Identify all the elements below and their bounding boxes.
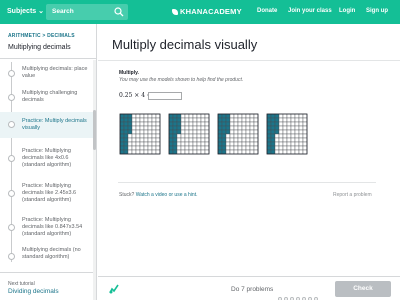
sidebar-item-label: Practice: Multiplying decimals like 0.84… [22, 217, 83, 237]
divider [0, 272, 96, 273]
decimal-models [119, 113, 308, 155]
sidebar-scroll-thumb[interactable] [93, 110, 96, 150]
hint-link[interactable]: Watch a video or use a hint. [136, 192, 198, 198]
sidebar-item-place-value[interactable]: Multiplying decimals: place value [0, 62, 96, 84]
sidebar-item-label: Practice: Multiplying decimals like 4x0.… [22, 148, 72, 168]
grid-model [168, 113, 210, 155]
sidebar-item-label: Multiplying decimals: place value [22, 66, 88, 79]
sidebar: ARITHMETIC > DECIMALS Multiplying decima… [0, 24, 97, 300]
grid-model [119, 113, 161, 155]
divider [118, 182, 376, 183]
video-icon [8, 253, 15, 260]
search-placeholder: Search [52, 8, 74, 15]
progress-dots [278, 288, 320, 300]
sidebar-item-label: Practice: Multiplying decimals like 2.45… [22, 183, 77, 203]
math-expression: 0.25 × 4 = [119, 92, 152, 99]
join-class-link[interactable]: Join your class [288, 8, 332, 14]
search-input[interactable]: Search [46, 4, 128, 20]
scratchpad-icon[interactable] [108, 283, 120, 295]
divider [0, 58, 96, 59]
sidebar-item-challenging[interactable]: Multiplying challenging decimals [0, 86, 96, 108]
breadcrumb[interactable]: ARITHMETIC > DECIMALS [8, 33, 75, 39]
practice-icon [8, 190, 15, 197]
video-icon [8, 70, 15, 77]
sidebar-item-practice-245x36[interactable]: Practice: Multiplying decimals like 2.45… [0, 178, 96, 210]
next-tutorial-label: Next tutorial [8, 281, 35, 287]
video-icon [8, 94, 15, 101]
sidebar-scrollbar[interactable] [93, 60, 96, 300]
sidebar-item-practice-visually[interactable]: Practice: Multiply decimals visually [0, 112, 96, 138]
stuck-prompt: Stuck? Watch a video or use a hint. [119, 192, 197, 198]
problem-count: Do 7 problems [231, 286, 274, 293]
divider [98, 60, 400, 61]
practice-icon [8, 121, 15, 128]
next-tutorial-link[interactable]: Dividing decimals [8, 288, 59, 295]
sidebar-item-no-algorithm[interactable]: Multiplying decimals (no standard algori… [0, 244, 96, 268]
question-label: Multiply. [119, 70, 139, 76]
chevron-down-icon: ⌄ [38, 8, 45, 15]
login-link[interactable]: Login [339, 8, 355, 14]
donate-link[interactable]: Donate [257, 8, 277, 14]
exercise-footer: Do 7 problems Check [98, 276, 400, 300]
sidebar-item-practice-0847x354[interactable]: Practice: Multiplying decimals like 0.84… [0, 212, 96, 244]
practice-icon [8, 155, 15, 162]
question-instruction: You may use the models shown to help fin… [119, 77, 244, 83]
sidebar-item-practice-4x06[interactable]: Practice: Multiplying decimals like 4x0.… [0, 143, 96, 175]
page-title: Multiply decimals visually [112, 37, 258, 52]
answer-input[interactable] [148, 92, 182, 100]
grid-model [217, 113, 259, 155]
grid-model [266, 113, 308, 155]
sidebar-title: Multiplying decimals [8, 44, 71, 51]
subjects-menu[interactable]: Subjects ⌄ [7, 7, 44, 15]
check-button[interactable]: Check [335, 281, 391, 297]
leaf-icon [172, 9, 178, 15]
signup-link[interactable]: Sign up [366, 8, 388, 14]
search-icon[interactable] [114, 7, 124, 17]
stuck-label: Stuck? [119, 192, 135, 198]
khan-academy-logo[interactable]: KHANACADEMY [172, 7, 242, 16]
sidebar-item-label: Multiplying challenging decimals [22, 90, 78, 103]
report-problem-link[interactable]: Report a problem [333, 192, 372, 198]
practice-icon [8, 224, 15, 231]
sidebar-item-label: Practice: Multiply decimals visually [22, 118, 87, 131]
sidebar-item-label: Multiplying decimals (no standard algori… [22, 247, 81, 260]
subjects-label: Subjects [7, 8, 37, 15]
logo-text: KHANACADEMY [180, 7, 242, 16]
top-nav-bar: Subjects ⌄ Search KHANACADEMY Donate Joi… [0, 0, 400, 24]
